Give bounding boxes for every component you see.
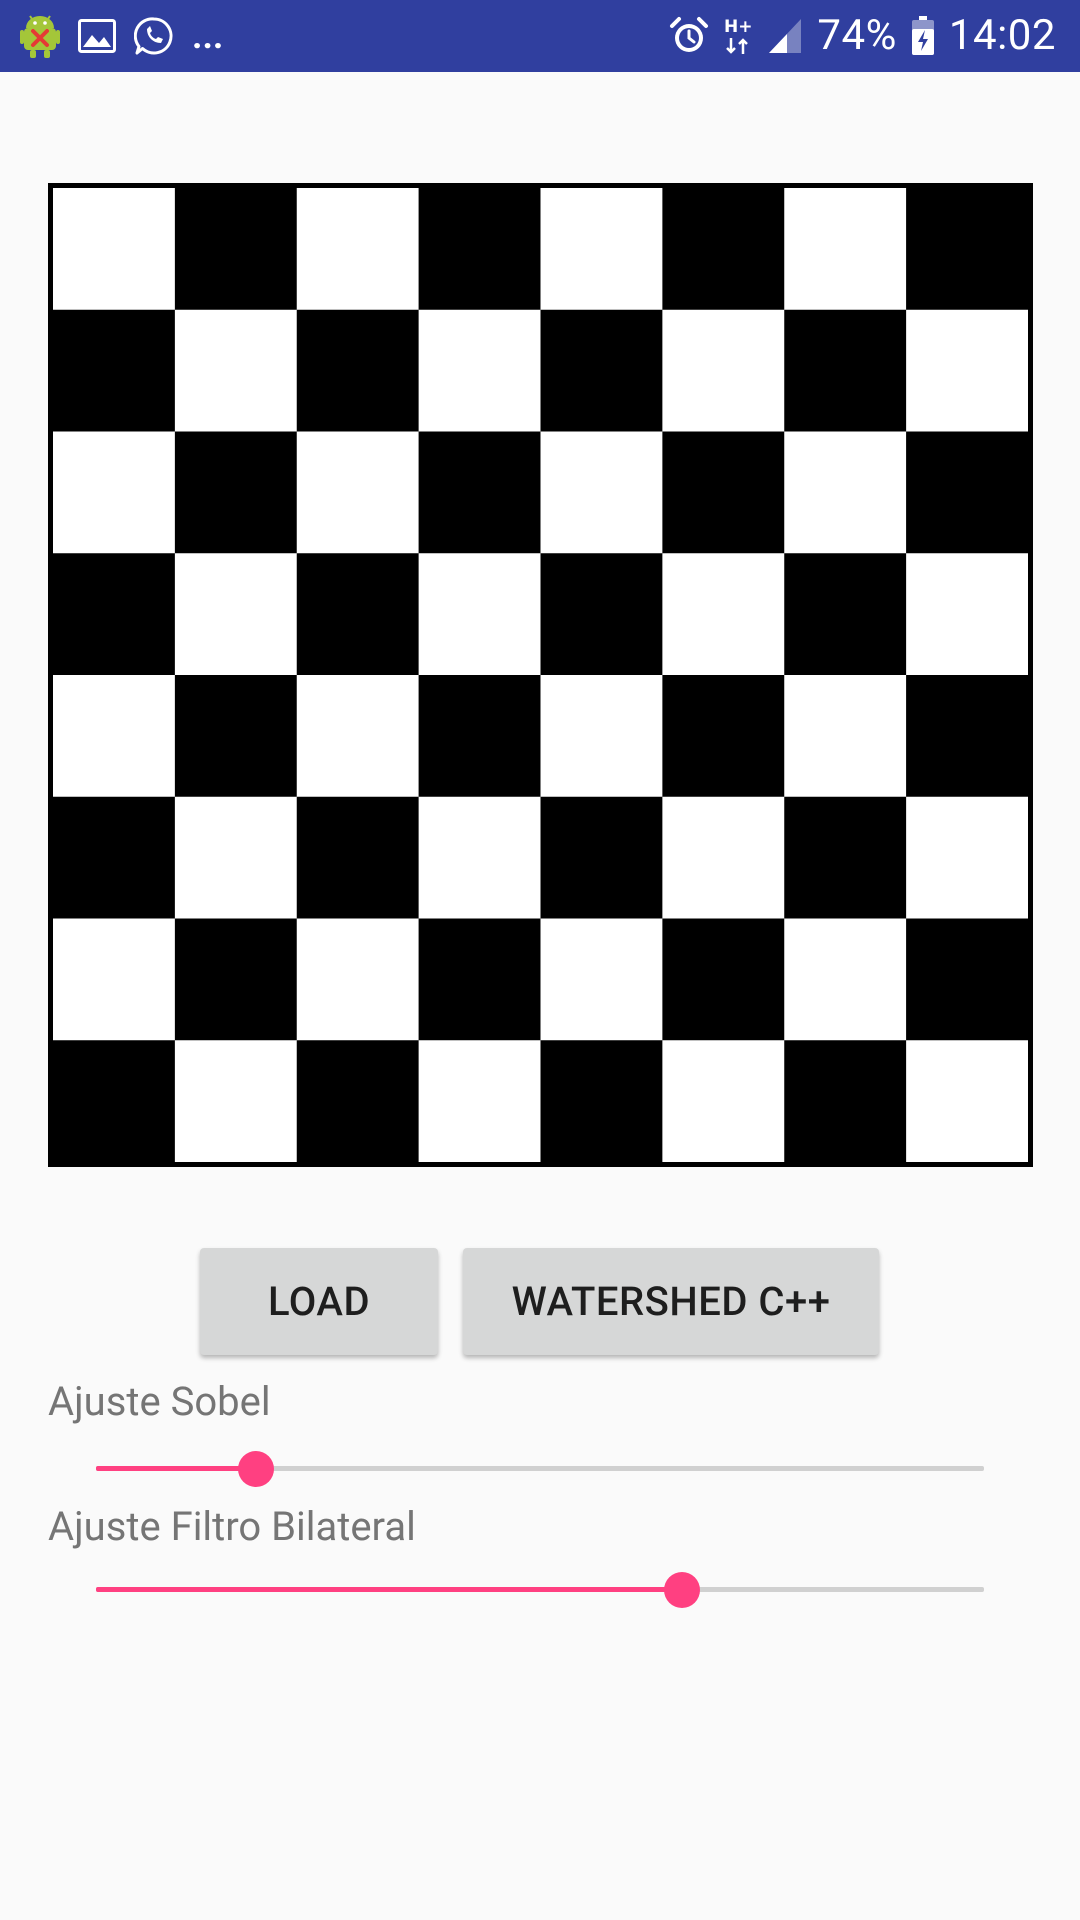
- board-square: [784, 431, 907, 554]
- board-square: [174, 309, 297, 432]
- signal-icon: [769, 19, 802, 53]
- board-square: [174, 188, 297, 310]
- board-square: [784, 796, 907, 919]
- seekbar-thumb[interactable]: [237, 1451, 274, 1487]
- watershed-button[interactable]: WATERSHED C++: [463, 1248, 879, 1355]
- board-square: [418, 188, 541, 310]
- board-square: [296, 553, 419, 676]
- sobel-seekbar[interactable]: [96, 1438, 984, 1498]
- board-square: [174, 918, 297, 1041]
- board-square: [418, 918, 541, 1041]
- alarm-icon: [670, 17, 709, 52]
- image-icon: [78, 19, 116, 53]
- board-square: [540, 796, 663, 919]
- load-button[interactable]: LOAD: [200, 1248, 438, 1355]
- bilateral-filter-seekbar[interactable]: [96, 1559, 984, 1619]
- battery-charging-icon: [911, 16, 934, 55]
- board-square: [784, 918, 907, 1041]
- network-type-label: H+: [724, 17, 752, 37]
- board-square: [174, 796, 297, 919]
- board-square: [53, 796, 176, 919]
- bilateral-filter-label: Ajuste Filtro Bilateral: [48, 1503, 416, 1550]
- clock: 14:02: [948, 11, 1056, 60]
- board-square: [906, 796, 1028, 919]
- board-square: [906, 675, 1028, 797]
- board-square: [662, 1040, 785, 1162]
- board-square: [174, 431, 297, 554]
- board-square: [174, 553, 297, 676]
- board-square: [662, 431, 785, 554]
- board-square: [540, 1040, 663, 1162]
- board-square: [662, 796, 785, 919]
- board-square: [418, 553, 541, 676]
- mobile-data-icon: H+: [724, 17, 753, 54]
- battery-percentage: 74%: [817, 11, 897, 60]
- board-square: [296, 796, 419, 919]
- board-square: [784, 675, 907, 797]
- board-square: [784, 188, 907, 310]
- board-square: [906, 431, 1028, 554]
- board-square: [906, 309, 1028, 432]
- board-square: [662, 188, 785, 310]
- sobel-label: Ajuste Sobel: [48, 1378, 271, 1425]
- board-square: [906, 918, 1028, 1041]
- board-square: [53, 918, 176, 1041]
- board-square: [53, 675, 176, 797]
- board-square: [540, 918, 663, 1041]
- system-icons: H+ 74% 14:02: [655, 0, 1056, 72]
- board-square: [418, 431, 541, 554]
- board-square: [662, 675, 785, 797]
- board-square: [540, 553, 663, 676]
- board-square: [174, 675, 297, 797]
- board-square: [540, 675, 663, 797]
- seekbar-thumb[interactable]: [664, 1572, 701, 1608]
- board-square: [662, 553, 785, 676]
- board-square: [906, 553, 1028, 676]
- board-square: [662, 918, 785, 1041]
- board-square: [662, 309, 785, 432]
- board-square: [296, 309, 419, 432]
- more-notifications-indicator: ...: [192, 15, 224, 57]
- android-debug-icon: [20, 15, 60, 58]
- board-square: [296, 675, 419, 797]
- board-square: [53, 188, 176, 310]
- seekbar-progress: [96, 1466, 256, 1471]
- board-square: [296, 431, 419, 554]
- board-square: [53, 431, 176, 554]
- image-view: [48, 183, 1033, 1167]
- board-square: [296, 188, 419, 310]
- checkerboard-image: [53, 188, 1028, 1162]
- whatsapp-icon: [134, 17, 173, 55]
- board-square: [418, 1040, 541, 1162]
- board-square: [540, 431, 663, 554]
- board-square: [784, 1040, 907, 1162]
- board-square: [174, 1040, 297, 1162]
- board-square: [540, 188, 663, 310]
- board-square: [296, 1040, 419, 1162]
- board-square: [906, 1040, 1028, 1162]
- board-square: [418, 309, 541, 432]
- seekbar-progress: [96, 1587, 683, 1592]
- status-bar: ... H+ 74% 14:02: [0, 0, 1080, 72]
- board-square: [784, 553, 907, 676]
- board-square: [418, 675, 541, 797]
- board-square: [296, 918, 419, 1041]
- board-square: [906, 188, 1028, 310]
- board-square: [53, 309, 176, 432]
- board-square: [418, 796, 541, 919]
- board-square: [540, 309, 663, 432]
- board-square: [53, 553, 176, 676]
- board-square: [784, 309, 907, 432]
- board-square: [53, 1040, 176, 1162]
- notification-area: ...: [20, 14, 241, 58]
